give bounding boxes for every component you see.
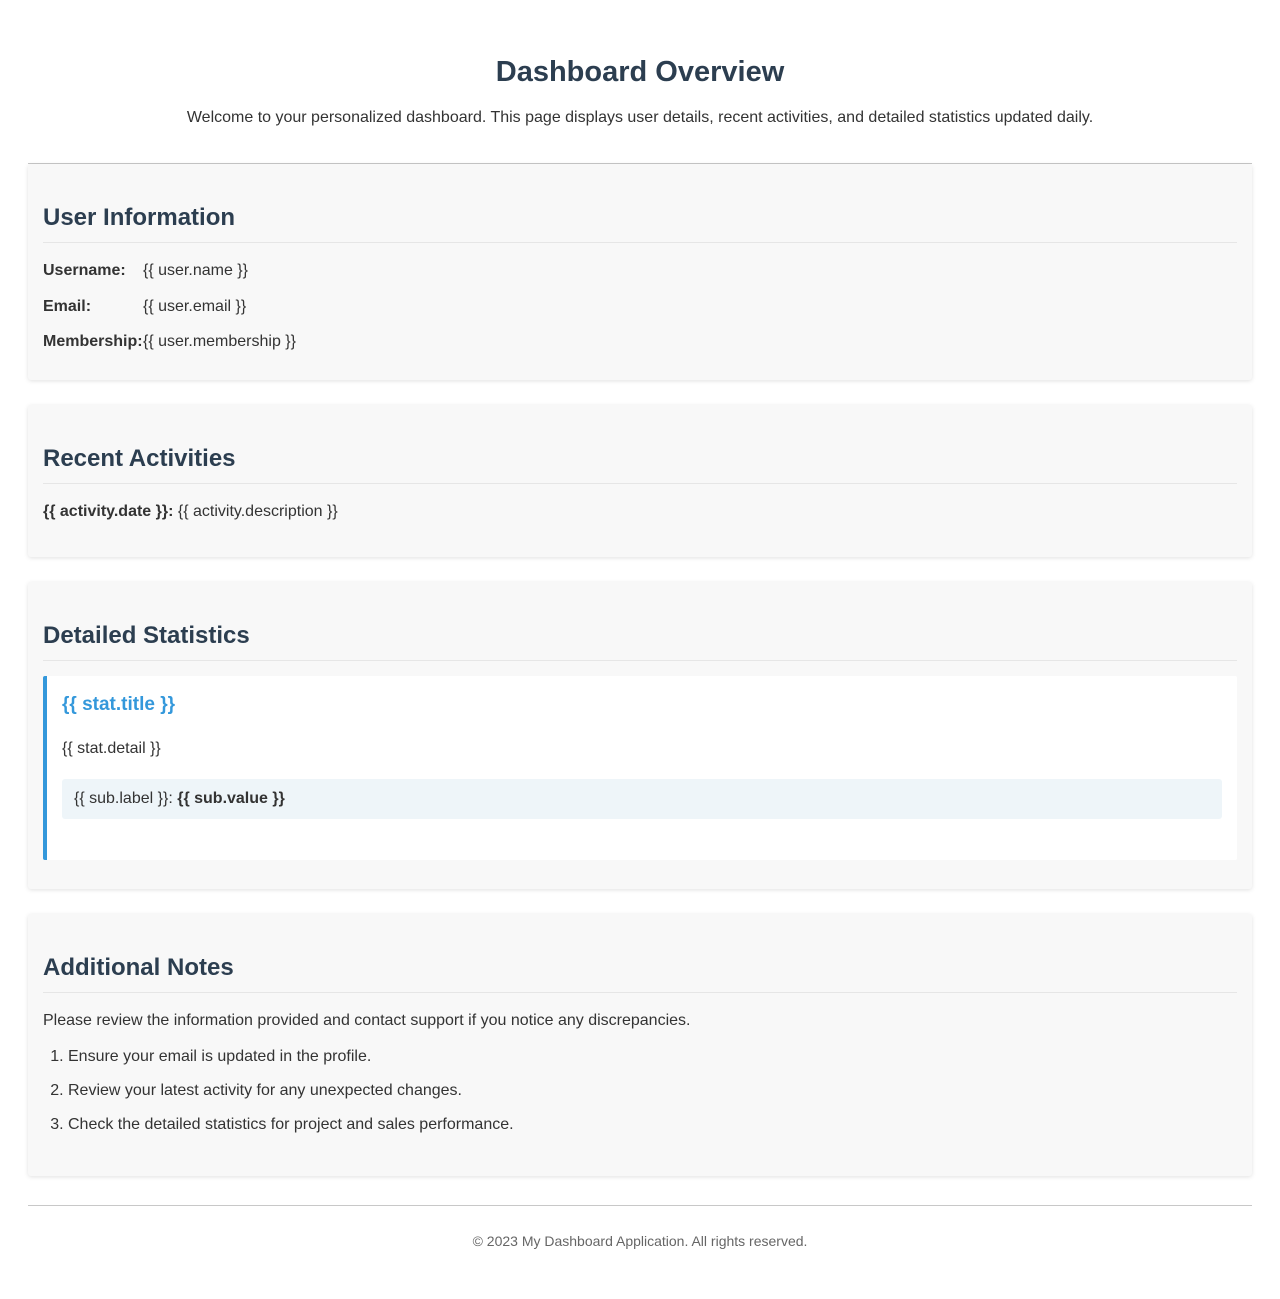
stat-detail: {{ stat.detail }} bbox=[62, 740, 161, 757]
email-value: {{ user.email }} bbox=[143, 298, 247, 315]
recent-activities-section: Recent Activities {{ activity.date }}: {… bbox=[28, 405, 1252, 557]
username-value: {{ user.name }} bbox=[143, 262, 248, 279]
page-subtitle: Welcome to your personalized dashboard. … bbox=[186, 109, 1094, 126]
stat-title: {{ stat.title }} bbox=[62, 694, 175, 715]
username-label: Username: bbox=[43, 262, 126, 279]
username-row: Username: {{ user.name }} bbox=[43, 261, 1237, 281]
sub-label: {{ sub.label }}: bbox=[74, 790, 173, 807]
recent-activities-heading: Recent Activities bbox=[43, 445, 1237, 484]
notes-list-item: Check the detailed statistics for projec… bbox=[68, 1115, 1237, 1135]
page-title: Dashboard Overview bbox=[495, 56, 785, 88]
notes-list-item: Review your latest activity for any unex… bbox=[68, 1081, 1237, 1101]
user-information-section: User Information Username: {{ user.name … bbox=[28, 164, 1252, 380]
additional-notes-heading: Additional Notes bbox=[43, 954, 1237, 993]
stat-block: {{ stat.title }} {{ stat.detail }} {{ su… bbox=[43, 676, 1237, 860]
user-info-list: Username: {{ user.name }} Email: {{ user… bbox=[43, 261, 1237, 352]
stat-sub-item: {{ sub.label }}: {{ sub.value }} bbox=[62, 779, 1222, 819]
notes-list-item: Ensure your email is updated in the prof… bbox=[68, 1047, 1237, 1067]
activity-item: {{ activity.date }}: {{ activity.descrip… bbox=[43, 502, 1237, 522]
notes-list: Ensure your email is updated in the prof… bbox=[43, 1047, 1237, 1135]
membership-value: {{ user.membership }} bbox=[143, 333, 296, 350]
page-header: Dashboard Overview Welcome to your perso… bbox=[28, 0, 1252, 164]
detailed-statistics-heading: Detailed Statistics bbox=[43, 622, 1237, 661]
sub-value: {{ sub.value }} bbox=[177, 790, 285, 807]
activity-description: {{ activity.description }} bbox=[177, 503, 338, 520]
page-footer: © 2023 My Dashboard Application. All rig… bbox=[28, 1205, 1252, 1250]
email-row: Email: {{ user.email }} bbox=[43, 297, 1237, 317]
notes-intro: Please review the information provided a… bbox=[43, 1012, 691, 1029]
membership-label: Membership: bbox=[43, 333, 143, 350]
dashboard-page: Dashboard Overview Welcome to your perso… bbox=[0, 0, 1280, 1250]
email-label: Email: bbox=[43, 298, 92, 315]
additional-notes-section: Additional Notes Please review the infor… bbox=[28, 914, 1252, 1176]
footer-copyright: © 2023 My Dashboard Application. All rig… bbox=[472, 1233, 808, 1249]
activity-date: {{ activity.date }}: bbox=[43, 503, 174, 520]
user-information-heading: User Information bbox=[43, 204, 1237, 243]
detailed-statistics-section: Detailed Statistics {{ stat.title }} {{ … bbox=[28, 582, 1252, 889]
membership-row: Membership: {{ user.membership }} bbox=[43, 332, 1237, 352]
